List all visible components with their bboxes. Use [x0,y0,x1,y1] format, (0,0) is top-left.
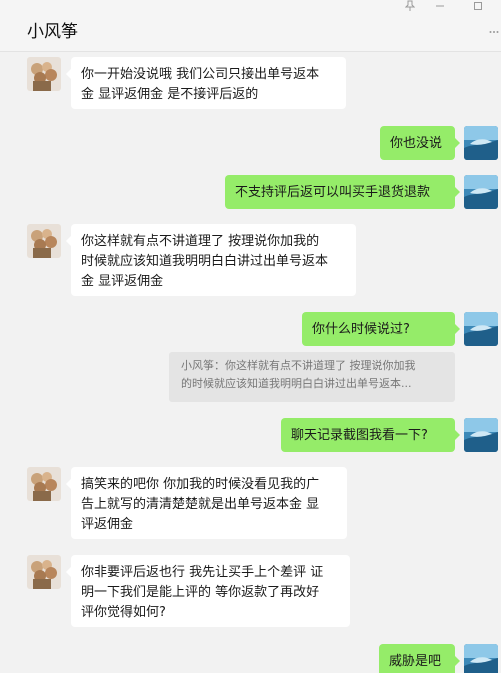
message-bubble-outgoing[interactable]: 不支持评后返可以叫买手退货退款 [225,175,460,209]
message-text: 不支持评后返可以叫买手退货退款 [235,185,431,200]
message-text: 搞笑来的吧你 你加我的时候没看见我的广 [81,477,320,492]
message-bubble-incoming[interactable]: 你这样就有点不讲道理了 按理说你加我的 时候就应该知道我明明白白讲过出单号返本 … [66,224,356,296]
avatar-contact[interactable] [27,467,61,501]
avatar-self[interactable] [464,175,498,209]
message-text: 你非要评后返也行 我先让买手上个差评 证 [81,565,324,580]
message-text: 聊天记录截图我看一下? [291,428,428,443]
message-bubble-outgoing[interactable]: 你什么时候说过? [302,312,460,346]
avatar-self[interactable] [464,418,498,452]
message-text: 告上就写的清清楚楚就是出单号返本金 显 [81,497,320,512]
message-text: 评返佣金 [81,517,134,532]
message-bubble-incoming[interactable]: 搞笑来的吧你 你加我的时候没看见我的广 告上就写的清清楚楚就是出单号返本金 显 … [66,467,347,539]
message-text: 评你觉得如何? [81,605,166,620]
message-text: 你一开始没说哦 我们公司只接出单号返本 [81,67,320,82]
message-bubble-incoming[interactable]: 你一开始没说哦 我们公司只接出单号返本 金 显评返佣金 是不接评后返的 [66,57,346,109]
message-text: 威胁是吧 [389,654,442,669]
message-text: 时候就应该知道我明明白白讲过出单号返本 [81,254,329,269]
quoted-text: 的时候就应该知道我明明白白讲过出单号返本... [181,377,412,390]
message-bubble-outgoing[interactable]: 你也没说 [380,126,460,160]
message-text: 金 显评返佣金 是不接评后返的 [81,87,259,102]
more-dots-icon[interactable] [489,26,499,37]
avatar-contact[interactable] [27,224,61,258]
message-bubble-incoming[interactable]: 你非要评后返也行 我先让买手上个差评 证 明一下我们是能上评的 等你返款了再改好… [66,555,350,627]
message-bubble-outgoing[interactable]: 威胁是吧 [379,644,460,673]
message-text: 你也没说 [390,136,443,151]
message-text: 明一下我们是能上评的 等你返款了再改好 [81,585,320,600]
maximize-icon[interactable] [463,0,493,14]
message-text: 你这样就有点不讲道理了 按理说你加我的 [81,234,320,249]
avatar-self[interactable] [464,644,498,673]
avatar-contact[interactable] [27,57,61,91]
quoted-text: 小风筝：你这样就有点不讲道理了 按理说你加我 [181,359,416,372]
avatar-self[interactable] [464,126,498,160]
message-text: 金 显评返佣金 [81,274,164,289]
chat-header: 小风筝 [0,0,501,52]
pin-icon[interactable] [395,0,425,14]
avatar-self[interactable] [464,312,498,346]
message-text: 你什么时候说过? [312,322,410,337]
avatar-contact[interactable] [27,555,61,589]
chat-title: 小风筝 [27,22,78,42]
minimize-icon[interactable] [425,0,455,14]
message-bubble-outgoing[interactable]: 聊天记录截图我看一下? [281,418,460,452]
quoted-message[interactable]: 小风筝：你这样就有点不讲道理了 按理说你加我 的时候就应该知道我明明白白讲过出单… [169,352,455,402]
message-list[interactable]: 你一开始没说哦 我们公司只接出单号返本 金 显评返佣金 是不接评后返的 你也没说… [0,53,501,673]
